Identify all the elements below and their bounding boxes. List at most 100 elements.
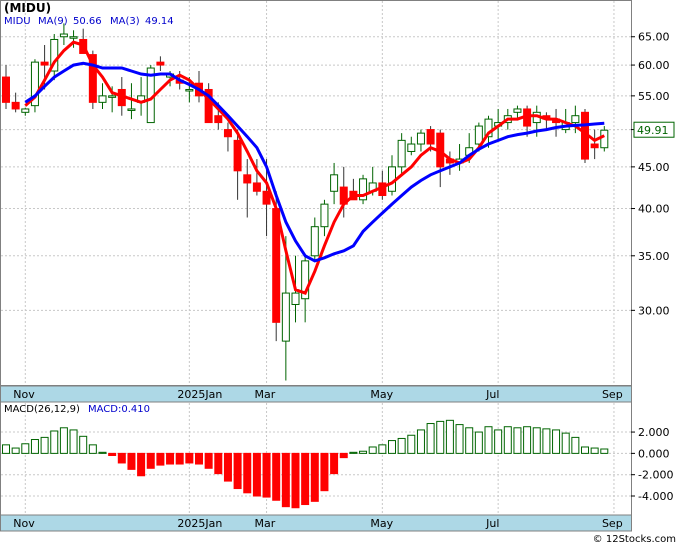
macd-bar-positive — [416, 429, 425, 454]
macd-bar-negative — [301, 452, 310, 506]
macd-bar-negative — [204, 452, 213, 469]
candle-body-up — [21, 108, 30, 113]
macd-bar-positive — [69, 429, 78, 454]
macd-bar-positive — [571, 436, 580, 454]
candle-body-up — [330, 174, 339, 192]
macd-xtick-label: Nov — [13, 517, 35, 530]
macd-bar-positive — [59, 427, 68, 454]
price-xtick-label: Mar — [255, 388, 276, 401]
candle-body-down — [243, 174, 252, 184]
candle-body-up — [291, 292, 300, 305]
macd-bar-positive — [359, 450, 368, 454]
macd-x-axis-band — [0, 514, 632, 532]
macd-bar-negative — [330, 452, 339, 475]
watermark: © 12Stocks.com — [593, 534, 676, 545]
macd-bar-positive — [474, 431, 483, 454]
macd-xtick-label: 2025Jan — [177, 517, 222, 530]
macd-bar-negative — [272, 452, 281, 501]
candle-body-up — [407, 143, 416, 152]
macd-bar-negative — [166, 452, 175, 465]
chart-svg: 65.0060.0055.0050.0045.0040.0035.0030.00… — [0, 0, 676, 545]
candle-body-down — [40, 61, 49, 66]
ma9-legend-value: 50.66 — [73, 16, 102, 27]
ticker-title: (MIDU) — [4, 1, 51, 15]
macd-bar-negative — [214, 452, 223, 475]
last-price-value: 49.91 — [637, 124, 669, 137]
macd-bar-positive — [98, 451, 107, 454]
macd-bar-positive — [21, 443, 30, 454]
price-y-axis: 65.0060.0055.0050.0045.0040.0035.0030.00 — [631, 31, 670, 317]
candle-body-up — [281, 292, 290, 342]
macd-bar-negative — [310, 452, 319, 502]
macd-bar-positive — [2, 444, 10, 454]
macd-bar-positive — [79, 435, 88, 454]
price-ytick-label: 45.00 — [638, 161, 670, 174]
price-xtick-label: Nov — [13, 388, 35, 401]
ma3-legend-value: 49.14 — [145, 16, 174, 27]
macd-bar-positive — [30, 439, 39, 454]
macd-xtick-label: Mar — [255, 517, 276, 530]
candle-body-up — [98, 95, 107, 103]
macd-title: MACD(26,12,9) — [4, 404, 80, 415]
price-xtick-label: May — [370, 388, 393, 401]
candle-body-down — [590, 143, 599, 149]
macd-bar-negative — [262, 452, 271, 498]
macd-bar-negative — [243, 452, 252, 494]
macd-bar-negative — [195, 452, 203, 465]
macd-value: MACD:0.410 — [88, 404, 150, 415]
macd-ytick-label: 0.000 — [638, 447, 670, 460]
macd-bar-positive — [494, 429, 503, 454]
candle-body-up — [108, 95, 117, 98]
macd-bar-negative — [137, 452, 146, 477]
candle-body-down — [156, 61, 165, 66]
candle-body-up — [59, 33, 68, 38]
macd-bar-negative — [175, 452, 184, 465]
price-ytick-label: 40.00 — [638, 203, 670, 216]
macd-bar-positive — [378, 444, 387, 454]
macd-bar-positive — [11, 447, 20, 454]
macd-bar-positive — [407, 434, 416, 454]
macd-bar-negative — [339, 452, 348, 459]
macd-ytick-label: -2.000 — [638, 469, 673, 482]
macd-bar-positive — [50, 430, 59, 454]
candle-body-up — [69, 36, 78, 39]
candle-body-down — [233, 139, 242, 172]
macd-bar-positive — [436, 420, 445, 454]
candle-body-up — [127, 108, 136, 111]
macd-bar-positive — [503, 426, 512, 454]
macd-bar-negative — [127, 452, 136, 470]
ma-legend-ticker: MIDU — [4, 16, 31, 27]
macd-y-axis: 2.000 0.000 -2.000 -4.000 — [631, 426, 673, 503]
macd-bar-positive — [590, 447, 599, 454]
macd-bar-positive — [426, 423, 435, 454]
price-xtick-label: Jul — [485, 388, 499, 401]
macd-bar-positive — [484, 426, 493, 454]
macd-xtick-label: Sep — [602, 517, 623, 530]
candle-body-down — [426, 129, 435, 145]
candle-body-down — [252, 182, 261, 192]
price-ytick-label: 60.00 — [638, 59, 670, 72]
macd-bar-positive — [455, 424, 464, 454]
candle-body-up — [397, 139, 406, 168]
price-x-axis-band — [0, 385, 632, 403]
macd-ytick-label: 2.000 — [638, 426, 670, 439]
macd-bar-positive — [523, 426, 532, 454]
candle-body-up — [320, 203, 329, 228]
macd-bar-positive — [88, 444, 97, 454]
macd-bar-positive — [532, 427, 541, 454]
macd-bar-positive — [542, 428, 551, 454]
macd-ytick-label: -4.000 — [638, 490, 673, 503]
candle-body-up — [513, 108, 522, 113]
price-xtick-label: 2025Jan — [177, 388, 222, 401]
candle-body-up — [416, 132, 425, 145]
macd-bar-negative — [108, 452, 117, 457]
macd-bar-negative — [233, 452, 242, 490]
macd-bar-negative — [320, 452, 329, 492]
candle-body-down — [2, 76, 10, 103]
price-xtick-label: Sep — [602, 388, 623, 401]
macd-bar-positive — [600, 448, 609, 454]
candle-body-down — [11, 101, 20, 110]
macd-bar-negative — [252, 452, 261, 497]
macd-bar-negative — [156, 452, 165, 466]
stock-chart-widget: 65.0060.0055.0050.0045.0040.0035.0030.00… — [0, 0, 680, 546]
